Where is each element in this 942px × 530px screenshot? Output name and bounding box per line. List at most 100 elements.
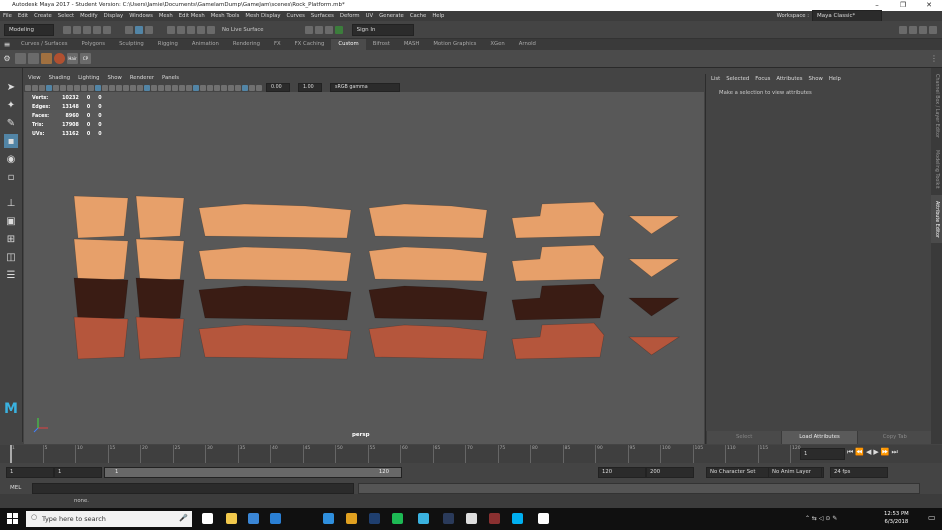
viewport-tool-icon[interactable] xyxy=(129,84,136,91)
shelf-tab-mash[interactable]: MASH xyxy=(397,39,427,50)
viewport-tool-icon[interactable] xyxy=(45,84,52,91)
rock-square-b-row1[interactable] xyxy=(135,195,185,239)
two-view-icon[interactable]: ◫ xyxy=(4,250,18,264)
shelf-tab-arnold[interactable]: Arnold xyxy=(512,39,543,50)
rock-step-row1[interactable] xyxy=(511,201,605,239)
rock-tool-icon[interactable] xyxy=(41,53,52,64)
rock-square-b-row4[interactable] xyxy=(135,316,185,360)
rock-step-row4[interactable] xyxy=(511,322,605,360)
maya-taskbar-icon[interactable] xyxy=(418,513,429,524)
undo-icon[interactable] xyxy=(93,25,101,34)
microphone-icon[interactable]: 🎤 xyxy=(179,514,188,522)
shelf-settings-icon[interactable]: ⚙ xyxy=(0,54,14,63)
viewport-tool-icon[interactable] xyxy=(52,84,59,91)
viewport-tool-icon[interactable] xyxy=(115,84,122,91)
time-slider[interactable]: 1 5 10 15 20 25 30 35 40 45 50 55 60 65 70 75 80 85 90 95 10… xyxy=(0,445,942,463)
select-tool-icon[interactable]: ➤ xyxy=(4,80,18,94)
menu-curves[interactable]: Curves xyxy=(284,11,308,21)
viewport-tool-icon[interactable] xyxy=(122,84,129,91)
skype-icon[interactable] xyxy=(512,513,523,524)
ipr-render-icon[interactable] xyxy=(314,25,323,34)
viewport-tool-icon[interactable] xyxy=(171,84,178,91)
viewport-tool-icon[interactable] xyxy=(213,84,220,91)
viewport-tool-icon[interactable] xyxy=(24,84,31,91)
new-scene-icon[interactable] xyxy=(63,25,71,34)
viewport-menu-show[interactable]: Show xyxy=(104,74,126,83)
rock-square-a-row4[interactable] xyxy=(73,316,129,360)
inner-start-field[interactable]: 1 xyxy=(54,467,102,478)
toolsettings-toggle-icon[interactable] xyxy=(929,25,937,34)
shelf-tab-fx-caching[interactable]: FX Caching xyxy=(288,39,332,50)
sign-in-button[interactable]: Sign In xyxy=(351,23,414,36)
snip-icon[interactable] xyxy=(538,513,549,524)
shelf-menu-icon[interactable]: ≡ xyxy=(0,40,14,49)
redo-icon[interactable] xyxy=(103,25,111,34)
viewport-tool-icon[interactable] xyxy=(255,84,262,91)
rock-step-row3[interactable] xyxy=(511,283,605,321)
viewport-tool-icon[interactable] xyxy=(234,84,241,91)
viewport-tool-icon[interactable] xyxy=(248,84,255,91)
hair-tool-icon[interactable]: Hair xyxy=(67,53,78,64)
rock-long-b-row4[interactable] xyxy=(368,324,488,360)
render-icon[interactable] xyxy=(304,25,313,34)
open-scene-icon[interactable] xyxy=(73,25,81,34)
viewport-tool-icon[interactable] xyxy=(108,84,115,91)
snap-grid-icon[interactable] xyxy=(167,25,175,34)
rock-square-a-row2[interactable] xyxy=(73,238,129,282)
gamma-field[interactable]: 1.00 xyxy=(298,83,322,92)
menu-mesh-display[interactable]: Mesh Display xyxy=(242,11,283,21)
task-view-icon[interactable] xyxy=(202,513,213,524)
photoshop-icon[interactable] xyxy=(369,513,380,524)
cmd-language[interactable]: MEL xyxy=(10,483,21,493)
taskbar-search-input[interactable]: Type here to search xyxy=(26,511,192,527)
viewport-menu-view[interactable]: View xyxy=(24,74,45,83)
grid-snap-tool-icon[interactable] xyxy=(15,53,26,64)
viewport-tool-icon[interactable] xyxy=(185,84,192,91)
snap-view-icon[interactable] xyxy=(197,25,205,34)
rock-long-a-row2[interactable] xyxy=(198,246,352,282)
single-view-icon[interactable]: ▣ xyxy=(4,214,18,228)
unity-icon[interactable] xyxy=(466,513,477,524)
outliner-icon[interactable]: ☰ xyxy=(4,268,18,282)
menu-edit-mesh[interactable]: Edit Mesh xyxy=(176,11,208,21)
rock-long-b-row2[interactable] xyxy=(368,246,488,282)
live-surface-label[interactable]: No Live Surface xyxy=(222,27,264,33)
viewport-tool-icon[interactable] xyxy=(157,84,164,91)
notification-icon[interactable]: ▭ xyxy=(928,513,936,522)
shelf-tab-sculpting[interactable]: Sculpting xyxy=(112,39,151,50)
end-frame-field[interactable]: 120 xyxy=(598,467,646,478)
steam-icon[interactable] xyxy=(443,513,454,524)
viewport-tool-icon[interactable] xyxy=(178,84,185,91)
attr-menu-help[interactable]: Help xyxy=(826,74,844,84)
start-frame-field[interactable]: 1 xyxy=(6,467,54,478)
attr-menu-focus[interactable]: Focus xyxy=(752,74,773,84)
select-component-icon[interactable] xyxy=(145,25,153,34)
chrome-icon[interactable] xyxy=(346,513,357,524)
vscode-icon[interactable] xyxy=(323,513,334,524)
paint-select-icon[interactable]: ✎ xyxy=(4,116,18,130)
shelf-tab-fx[interactable]: FX xyxy=(267,39,288,50)
tab-channel-box[interactable]: Channel Box / Layer Editor xyxy=(931,68,942,144)
attribute-toggle-icon[interactable] xyxy=(909,25,917,34)
viewport-tool-icon[interactable] xyxy=(136,84,143,91)
menu-mesh[interactable]: Mesh xyxy=(156,11,176,21)
shelf-tab-bifrost[interactable]: Bifrost xyxy=(366,39,397,50)
shelf-tab-curves-surfaces[interactable]: Curves / Surfaces xyxy=(14,39,74,50)
viewport-tool-icon[interactable] xyxy=(73,84,80,91)
menu-surfaces[interactable]: Surfaces xyxy=(308,11,337,21)
cp-tool-icon[interactable]: CP xyxy=(80,53,91,64)
viewport-tool-icon[interactable] xyxy=(199,84,206,91)
menu-file[interactable]: File xyxy=(0,11,15,21)
tab-attribute-editor[interactable]: Attribute Editor xyxy=(931,194,942,244)
menu-deform[interactable]: Deform xyxy=(337,11,363,21)
shelf-tab-motion-graphics[interactable]: Motion Graphics xyxy=(426,39,483,50)
rock-wedge-row1[interactable] xyxy=(628,215,681,235)
scale-tool-icon[interactable]: ▫ xyxy=(4,170,18,184)
viewport-tool-icon[interactable] xyxy=(87,84,94,91)
viewport-persp[interactable]: Verts: 10232 0 0 Edges: 13148 0 0 Faces: 8960 0 0 Tr… xyxy=(24,92,704,444)
menu-cache[interactable]: Cache xyxy=(407,11,429,21)
menu-uv[interactable]: UV xyxy=(363,11,377,21)
menu-edit[interactable]: Edit xyxy=(15,11,31,21)
shelf-tab-rendering[interactable]: Rendering xyxy=(226,39,267,50)
layout-icon[interactable] xyxy=(899,25,907,34)
